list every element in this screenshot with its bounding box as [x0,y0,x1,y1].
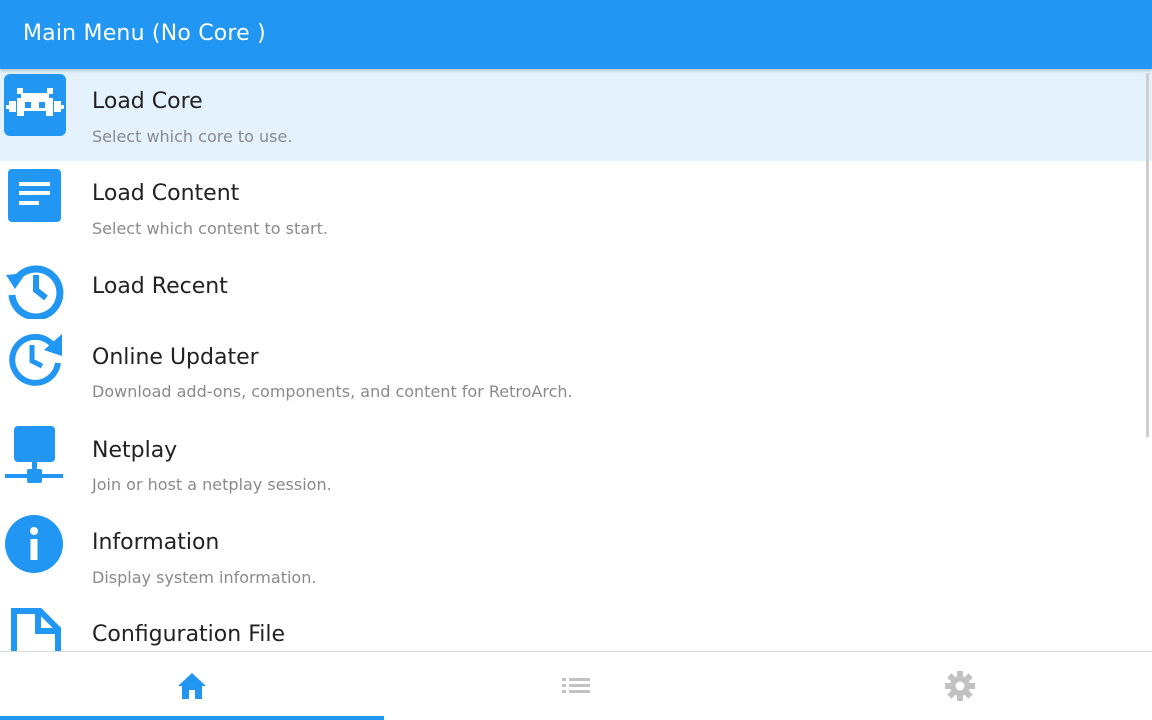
menu-item-title: Load Content [92,181,240,206]
update-clock-icon [4,328,66,390]
menu-item-title: Online Updater [92,345,259,370]
bottom-tab-bar [0,651,1152,720]
list-icon [562,678,590,693]
gear-icon [945,671,975,701]
menu-item-title: Configuration File [92,622,286,647]
tab-playlists[interactable] [384,652,768,720]
scrollbar[interactable] [1146,73,1149,437]
main-menu-list[interactable]: Load Core Select which core to use. Load… [0,69,1152,651]
home-icon [178,673,206,699]
menu-item-load-content[interactable]: Load Content Select which content to sta… [0,161,1152,253]
tab-main-menu[interactable] [0,652,384,720]
menu-item-online-updater[interactable]: Online Updater Download add-ons, compone… [0,324,1152,417]
menu-item-sublabel: Display system information. [92,568,317,587]
info-icon [4,514,66,576]
file-icon [4,606,66,651]
document-lines-icon [4,166,66,228]
menu-item-title: Information [92,530,220,555]
history-icon [4,257,66,319]
menu-item-title: Load Core [92,89,203,114]
app-header: Main Menu (No Core ) [0,0,1152,69]
menu-item-load-recent[interactable]: Load Recent [0,253,1152,324]
page-title: Main Menu (No Core ) [23,21,266,46]
active-tab-indicator [0,716,384,720]
menu-item-load-core[interactable]: Load Core Select which core to use. [0,69,1152,161]
menu-item-title: Netplay [92,438,178,463]
menu-item-configuration-file[interactable]: Configuration File [0,602,1152,651]
retroarch-invader-icon [4,74,66,136]
menu-item-sublabel: Select which content to start. [92,219,328,238]
menu-item-sublabel: Select which core to use. [92,127,293,146]
tab-settings[interactable] [768,652,1152,720]
network-icon [4,424,66,486]
menu-item-sublabel: Download add-ons, components, and conten… [92,382,573,401]
menu-item-netplay[interactable]: Netplay Join or host a netplay session. [0,417,1152,510]
menu-item-title: Load Recent [92,274,228,299]
menu-item-information[interactable]: Information Display system information. [0,510,1152,602]
menu-item-sublabel: Join or host a netplay session. [92,475,332,494]
